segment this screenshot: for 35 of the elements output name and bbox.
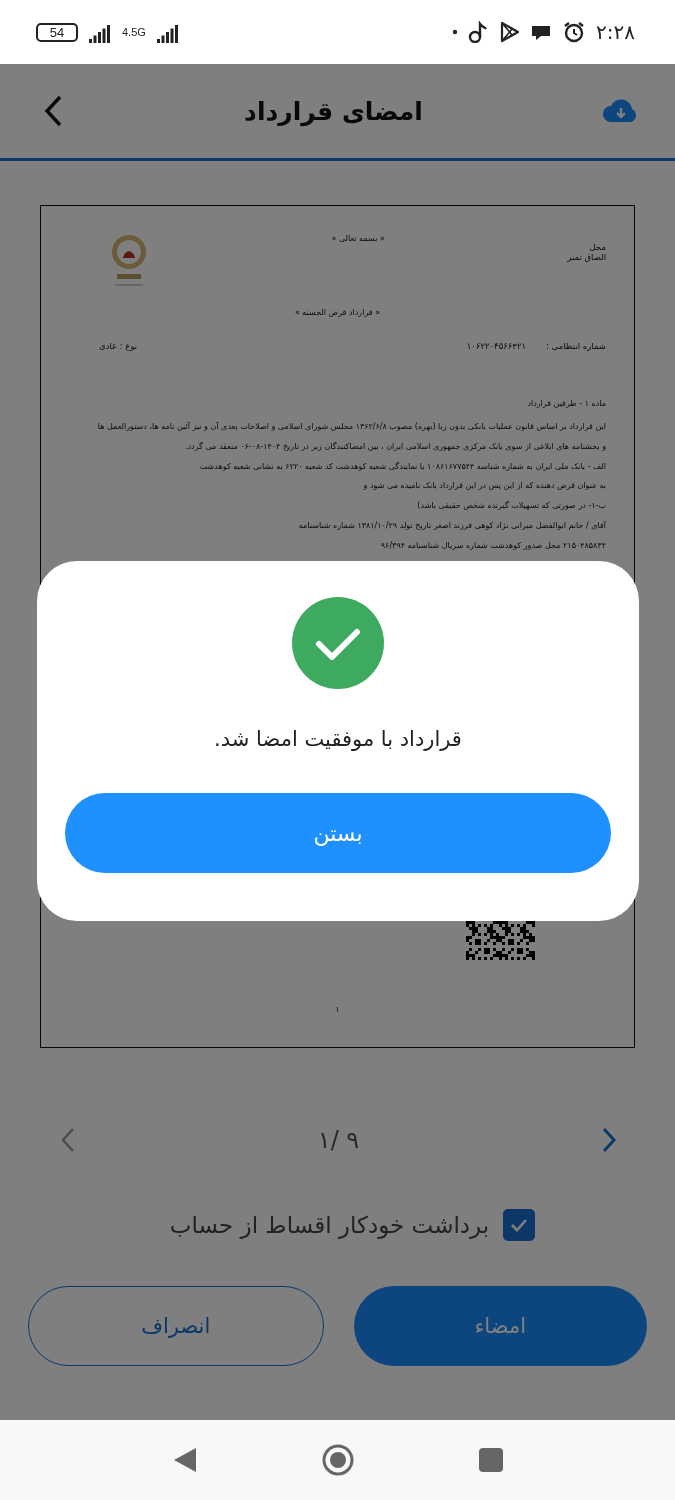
success-check-icon	[292, 597, 384, 689]
doc-text: محل	[588, 242, 606, 252]
doc-text: شماره انتظامی :	[546, 341, 606, 351]
doc-text: و بخشنامه های ابلاغی از سوی بانک مرکزی جمهوری اسلامی ایران ، بین امضاکنندگان زیر در تاریخ ۱۴۰۴-۰۸-۰۶ منعقد می گردد.	[183, 441, 606, 453]
doc-text: ب-۱- در صورتی که تسهیلات گیرنده شخص حقیقی باشد)	[416, 501, 606, 512]
sign-button[interactable]: امضاء	[353, 1286, 647, 1366]
doc-text: این قرارداد بر اساس قانون عملیات بانکی بدون ربا (بهره) مصوب ۱۳۶۲/۶/۸ مجلس شورای اسلامی و اصلاحات بعدی آن و نیز آئین نامه ها، دستورالعمل ها	[96, 422, 606, 433]
battery-level: 54	[49, 24, 65, 40]
page-title: امضای قرارداد	[244, 96, 423, 126]
checkbox[interactable]	[503, 1209, 536, 1241]
dot-icon	[452, 29, 459, 35]
doc-heading: « قرارداد قرض الحسنه »	[293, 308, 382, 317]
close-button[interactable]: بستن	[65, 793, 611, 873]
home-circle-icon[interactable]	[320, 1443, 355, 1477]
next-chevron-icon[interactable]	[601, 1127, 617, 1153]
cancel-button[interactable]: انصراف	[28, 1286, 324, 1366]
checkbox-label: برداشت خودکار اقساط از حساب	[169, 1212, 490, 1238]
checkmark-icon	[509, 1217, 530, 1233]
doc-heading: « بسمه تعالی »	[331, 233, 385, 243]
doc-text: به عنوان قرض دهنده که از این پس در این قرارداد بانک نامیده می شود و	[362, 481, 606, 493]
recents-square-icon[interactable]	[477, 1447, 504, 1473]
network-type: 4.5G	[122, 26, 146, 38]
doc-text: آقای / خانم ابوالفضل میرانی نژاد کوهی فرزند اصغر تاریخ تولد ۱۳۸۱/۱۰/۲۹ شماره شناسنامه	[297, 521, 606, 532]
doc-text: الصاق تمبر	[567, 252, 606, 262]
play-store-icon	[498, 21, 521, 43]
page-counter: ۱/ ۹	[317, 1126, 360, 1154]
clock: ۲:۲۸	[596, 20, 635, 44]
doc-text: الف - بانک ملی ایران به شماره شناسه ۱۰۸۶۱۶۷۷۵۴۴ با نمایندگی شعبه کوهدشت کد شعبه ۶۲۲۰ به نشانی شعبه کوهدشت	[198, 461, 606, 473]
page-number: ۱	[334, 1004, 341, 1014]
doc-text: ۱۰۶۲۲۰۴۵۶۶۳۲۱	[466, 341, 527, 351]
doc-text: ماده ۱ - طرفین قرارداد	[526, 399, 606, 408]
doc-text: ۲۱۵۰۴۸۵۸۳۴ محل صدور کوهدشت شماره سریال شناسنامه ۹۶/۳۹۴	[379, 540, 606, 552]
dialog-message: قرارداد با موفقیت امضا شد.	[214, 727, 462, 751]
music-note-icon	[468, 21, 489, 43]
doc-text: نوع : عادی	[99, 341, 138, 351]
